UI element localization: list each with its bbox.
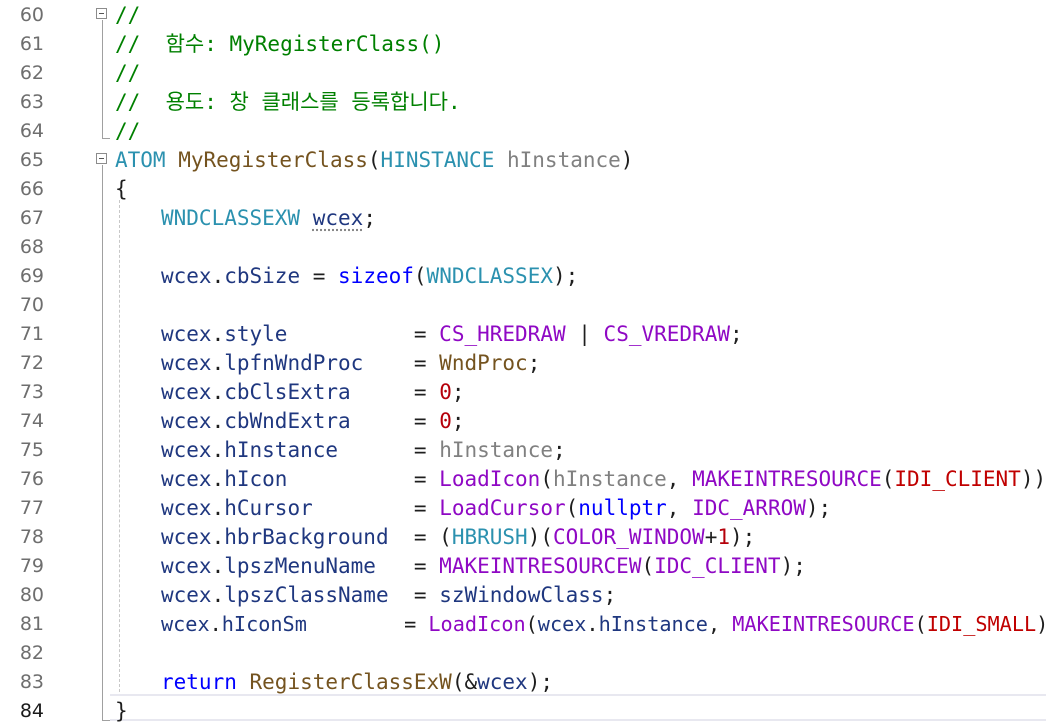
code-line[interactable]: 82 xyxy=(0,638,1046,667)
line-number: 60 xyxy=(19,4,44,26)
code-line[interactable]: 81 wcex.hIconSm = LoadIcon(wcex.hInstanc… xyxy=(0,609,1046,638)
code-text: // 용도: 창 클래스를 등록합니다. xyxy=(115,90,461,114)
line-number: 66 xyxy=(19,178,44,200)
code-line[interactable]: 77 wcex.hCursor = LoadCursor(nullptr, ID… xyxy=(0,493,1046,522)
line-number: 74 xyxy=(19,410,44,432)
line-number: 81 xyxy=(19,613,44,635)
code-text: wcex.cbSize = sizeof(WNDCLASSEX); xyxy=(161,264,579,288)
code-text: wcex.style = CS_HREDRAW | CS_VREDRAW; xyxy=(161,322,743,346)
line-number: 70 xyxy=(19,294,44,316)
code-text: wcex.cbClsExtra = 0; xyxy=(161,380,465,404)
code-line[interactable]: 74 wcex.cbWndExtra = 0; xyxy=(0,406,1046,435)
code-line[interactable]: 71 wcex.style = CS_HREDRAW | CS_VREDRAW; xyxy=(0,319,1046,348)
line-number: 78 xyxy=(19,526,44,548)
code-text: wcex.cbWndExtra = 0; xyxy=(161,409,465,433)
line-number: 61 xyxy=(19,33,44,55)
line-number: 71 xyxy=(19,323,44,345)
code-text: // xyxy=(115,119,141,143)
code-text: return RegisterClassExW(&wcex); xyxy=(161,670,553,694)
code-line[interactable]: 78 wcex.hbrBackground = (HBRUSH)(COLOR_W… xyxy=(0,522,1046,551)
code-line[interactable]: 76 wcex.hIcon = LoadIcon(hInstance, MAKE… xyxy=(0,464,1046,493)
code-text: wcex.lpszMenuName = MAKEINTRESOURCEW(IDC… xyxy=(161,554,806,578)
code-line[interactable]: 68 xyxy=(0,232,1046,261)
line-number: 69 xyxy=(19,265,44,287)
line-number: 62 xyxy=(19,62,44,84)
code-line[interactable]: 73 wcex.cbClsExtra = 0; xyxy=(0,377,1046,406)
line-number: 79 xyxy=(19,555,44,577)
line-number: 83 xyxy=(19,671,44,693)
code-line[interactable]: 61 // 함수: MyRegisterClass() xyxy=(0,29,1046,58)
code-text: wcex.hbrBackground = (HBRUSH)(COLOR_WIND… xyxy=(161,525,756,549)
code-line[interactable]: 75 wcex.hInstance = hInstance; xyxy=(0,435,1046,464)
line-number: 63 xyxy=(19,91,44,113)
code-line[interactable]: 67 WNDCLASSEXW wcex; xyxy=(0,203,1046,232)
line-number: 82 xyxy=(19,642,44,664)
line-number: 73 xyxy=(19,381,44,403)
line-number: 64 xyxy=(19,120,44,142)
code-text: wcex.lpszClassName = szWindowClass; xyxy=(161,583,617,607)
code-line[interactable]: 65 ATOM MyRegisterClass(HINSTANCE hInsta… xyxy=(0,145,1046,174)
code-text: wcex.lpfnWndProc = WndProc; xyxy=(161,351,541,375)
code-text: wcex.hIconSm = LoadIcon(wcex.hInstance, … xyxy=(161,612,1046,636)
code-line[interactable]: 66 { xyxy=(0,174,1046,203)
code-text: wcex.hInstance = hInstance; xyxy=(161,438,566,462)
line-number: 84 xyxy=(19,700,44,722)
code-text: WNDCLASSEXW wcex; xyxy=(161,206,376,230)
code-line[interactable]: 83 return RegisterClassExW(&wcex); xyxy=(0,667,1046,696)
code-line[interactable]: 63 // 용도: 창 클래스를 등록합니다. xyxy=(0,87,1046,116)
code-text: } xyxy=(115,699,128,723)
code-line[interactable]: 62 // xyxy=(0,58,1046,87)
line-number: 72 xyxy=(19,352,44,374)
code-line[interactable]: 79 wcex.lpszMenuName = MAKEINTRESOURCEW(… xyxy=(0,551,1046,580)
code-line[interactable]: 70 xyxy=(0,290,1046,319)
code-line[interactable]: 60 // xyxy=(0,0,1046,29)
line-number: 67 xyxy=(19,207,44,229)
line-number: 65 xyxy=(19,149,44,171)
code-line[interactable]: 84 } xyxy=(0,696,1046,725)
code-text: // 함수: MyRegisterClass() xyxy=(115,32,445,56)
code-text: wcex.hCursor = LoadCursor(nullptr, IDC_A… xyxy=(161,496,832,520)
line-number: 75 xyxy=(19,439,44,461)
code-editor[interactable]: 60 // 61 // 함수: MyRegisterClass() 62 // … xyxy=(0,0,1046,725)
code-text: ATOM MyRegisterClass(HINSTANCE hInstance… xyxy=(115,148,634,172)
code-line[interactable]: 72 wcex.lpfnWndProc = WndProc; xyxy=(0,348,1046,377)
code-text: // xyxy=(115,61,141,85)
line-number: 80 xyxy=(19,584,44,606)
code-line[interactable]: 69 wcex.cbSize = sizeof(WNDCLASSEX); xyxy=(0,261,1046,290)
code-line[interactable]: 64 // xyxy=(0,116,1046,145)
code-text: { xyxy=(115,177,128,201)
line-number: 68 xyxy=(19,236,44,258)
code-line[interactable]: 80 wcex.lpszClassName = szWindowClass; xyxy=(0,580,1046,609)
line-number: 77 xyxy=(19,497,44,519)
line-number: 76 xyxy=(19,468,44,490)
code-text: // xyxy=(115,3,141,27)
code-text: wcex.hIcon = LoadIcon(hInstance, MAKEINT… xyxy=(161,467,1046,491)
